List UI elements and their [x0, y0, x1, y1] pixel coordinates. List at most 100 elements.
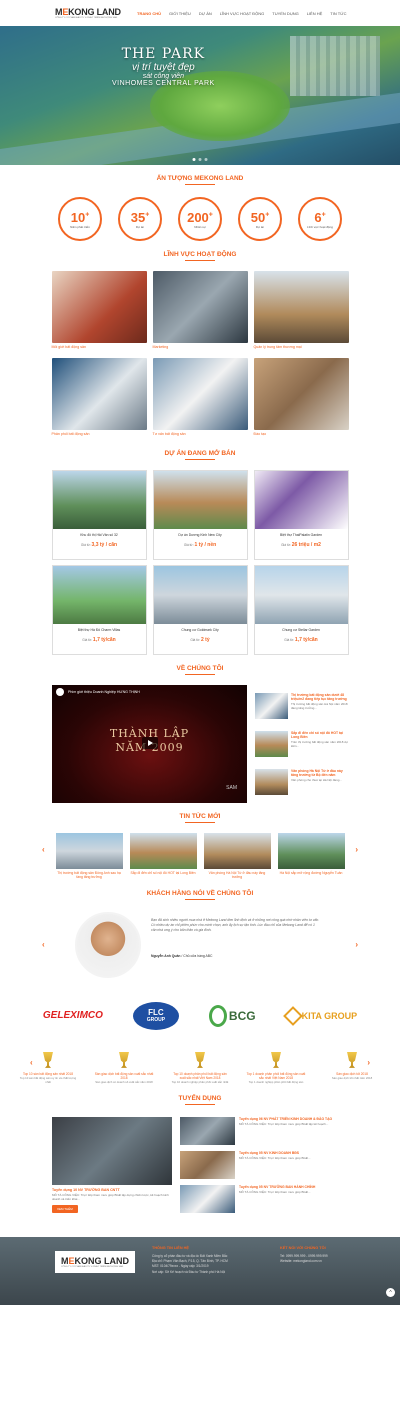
project-card[interactable]: Chung cư Goldmark City Giá từ: 2 tỷ — [152, 565, 248, 655]
project-card[interactable]: Khu đô thị Hải Vân số 32 Giá từ: 3,3 tỷ /… — [51, 470, 147, 560]
field-card[interactable]: Quản lý trung tâm thương mại — [253, 271, 349, 353]
field-caption[interactable]: Môi giới bất động sản — [52, 345, 147, 353]
side-news-item[interactable]: Văn phòng Hà Nội Từ ở đầu này tăng trưởn… — [255, 769, 350, 795]
career-image[interactable] — [52, 1116, 172, 1185]
back-to-top-button[interactable]: ^ — [386, 1288, 395, 1298]
field-caption[interactable]: Marketing — [153, 345, 248, 353]
logo[interactable]: MEKONG LAND CÔNG TY CỔ PHẦN ĐẦU TƯ & PHÁ… — [55, 7, 125, 19]
news-item[interactable]: Sắp đi đến chỉ số nội đô HOT tại Long Bi… — [129, 833, 197, 880]
side-news-thumb[interactable] — [255, 731, 288, 757]
project-name[interactable]: Chung cư Stellar Garden — [255, 628, 348, 632]
carousel-dot[interactable] — [198, 158, 202, 161]
side-news-thumb[interactable] — [255, 693, 288, 719]
field-image[interactable] — [152, 271, 248, 343]
project-name[interactable]: Biệt thự ThaiPalatin Garden — [255, 533, 348, 537]
field-card[interactable]: Tư vấn bất động sản — [152, 358, 248, 440]
field-card[interactable]: Marketing — [152, 271, 248, 353]
project-card[interactable]: Biệt thự ThaiPalatin Garden Giá từ: 26 tr… — [253, 470, 349, 560]
field-card[interactable]: Môi giới bất động sản — [51, 271, 147, 353]
career-title[interactable]: Tuyển dụng 10 NV TRƯỜNG BAN CNTT — [52, 1188, 172, 1192]
nav-item-about[interactable]: GIỚI THIỆU — [169, 11, 191, 16]
news-title: TIN TỨC MỚI — [179, 813, 221, 820]
title-divider — [185, 898, 215, 900]
chevron-right-icon[interactable]: › — [355, 940, 358, 949]
project-image[interactable] — [254, 471, 348, 529]
career-item[interactable]: Tuyển dụng 06 NV PHÁT TRIỂN KINH DOANH &… — [180, 1116, 352, 1145]
side-news-thumb[interactable] — [255, 769, 288, 795]
project-price: Giá từ: 1,7 tỷ/căn — [82, 637, 116, 643]
project-card[interactable]: Dự án Dương Kinh New City Giá từ: 1 tỷ / … — [152, 470, 248, 560]
field-caption[interactable]: Đào tạo — [254, 432, 349, 440]
footer-logo[interactable]: MEKONG LAND CÔNG TY CỔ PHẦN ĐẦU TƯ & PHÁ… — [55, 1251, 135, 1274]
project-name[interactable]: Biệt thự Hà Đô Charm Villas — [53, 628, 146, 632]
news-item[interactable]: Văn phòng Hà Nội Từ ở đầu này tăng trưởn… — [203, 833, 271, 880]
field-caption[interactable]: Quản lý trung tâm thương mại — [254, 345, 349, 353]
projects-grid: Khu đô thị Hải Vân số 32 Giá từ: 3,3 tỷ /… — [0, 470, 400, 655]
career-desc: MÔ TẢ CÔNG VIỆC: Trực tiếp tham mưu giúp… — [52, 1192, 169, 1201]
news-image[interactable] — [55, 833, 123, 869]
carousel-dots[interactable] — [192, 158, 208, 161]
career-item[interactable]: Tuyển dụng 05 NV TRƯỞNG BAN HÀNH CHÍNH MÔ… — [180, 1184, 352, 1213]
hero-banner[interactable]: THE PARK vị trí tuyệt đẹp sát công viên … — [0, 26, 400, 165]
project-name[interactable]: Dự án Dương Kinh New City — [154, 533, 247, 537]
view-more-button[interactable]: XEM THÊM — [52, 1205, 78, 1214]
career-item[interactable]: Tuyển dụng 05 NV KINH DOANH BĐS MÔ TẢ CÔN… — [180, 1150, 352, 1179]
field-card[interactable]: Đào tạo — [253, 358, 349, 440]
partner-logo-geleximco[interactable]: GELEXIMCO — [43, 1010, 103, 1021]
project-image[interactable] — [254, 566, 348, 624]
side-news-item[interactable]: Sắp đi đến chỉ số nội đô HOT tại Long Bi… — [255, 731, 350, 757]
project-name[interactable]: Chung cư Goldmark City — [154, 628, 247, 632]
title-divider — [185, 184, 215, 185]
footer-connect: KẾT NỐI VỚI CHÚNG TÔI Tel: 0999.999.999 … — [280, 1246, 328, 1264]
chevron-left-icon[interactable]: ‹ — [42, 940, 45, 949]
career-thumb[interactable] — [180, 1150, 235, 1179]
field-caption[interactable]: Phân phối bất động sản — [52, 432, 147, 440]
nav-item-home[interactable]: TRANG CHỦ — [137, 11, 161, 16]
news-item[interactable]: Thị trường bất động sản Đông Anh sau hạ … — [55, 833, 123, 880]
field-image[interactable] — [253, 271, 349, 343]
nav-item-projects[interactable]: DỰ ÁN — [199, 11, 212, 16]
field-image[interactable] — [152, 358, 248, 430]
news-image[interactable] — [203, 833, 271, 869]
footer-contact: THÔNG TIN LIÊN HỆ Công ty cổ phần đầu tư… — [152, 1246, 228, 1274]
title-divider — [185, 674, 215, 675]
news-item[interactable]: Hà Nội sắp mở rộng đường Nguyễn Tuân — [277, 833, 345, 880]
careers-section: Tuyển dụng 10 NV TRƯỜNG BAN CNTT MÔ TẢ C… — [52, 1116, 400, 1214]
field-caption[interactable]: Tư vấn bất động sản — [153, 432, 248, 440]
title-divider — [185, 459, 215, 460]
field-image[interactable] — [51, 358, 147, 430]
partner-logo-flc[interactable]: FLC GROUP — [132, 1001, 179, 1030]
project-image[interactable] — [153, 566, 247, 624]
chevron-right-icon[interactable]: › — [355, 845, 358, 854]
field-card[interactable]: Phân phối bất động sản — [51, 358, 147, 440]
field-image[interactable] — [51, 271, 147, 343]
play-icon[interactable] — [142, 737, 158, 749]
news-image[interactable] — [129, 833, 197, 869]
logo-tagline: CÔNG TY CỔ PHẦN ĐẦU TƯ & PHÁT TRIỂN BẤT … — [55, 17, 118, 19]
nav-item-careers[interactable]: TUYỂN DỤNG — [272, 11, 298, 16]
project-card[interactable]: Chung cư Stellar Garden Giá từ: 1,7 tỷ/că… — [253, 565, 349, 655]
project-image[interactable] — [52, 471, 146, 529]
project-image[interactable] — [153, 471, 247, 529]
nav-item-contact[interactable]: LIÊN HỆ — [307, 11, 323, 16]
career-thumb[interactable] — [180, 1184, 235, 1213]
project-card[interactable]: Biệt thự Hà Đô Charm Villas Giá từ: 1,7 t… — [51, 565, 147, 655]
carousel-dot[interactable] — [192, 158, 196, 161]
partner-logo-bcg[interactable]: BCG — [208, 1004, 256, 1027]
about-video[interactable]: Phim giới thiệu Doanh Nghiệp HƯNG THỊNH … — [52, 685, 247, 803]
carousel-dot[interactable] — [204, 158, 208, 161]
chevron-left-icon[interactable]: ‹ — [42, 845, 45, 854]
nav-item-fields[interactable]: LĨNH VỰC HOẠT ĐỘNG — [220, 11, 264, 16]
field-image[interactable] — [253, 358, 349, 430]
side-news-item[interactable]: Thị trường bất động sản dưới 48 triệu/m2… — [255, 693, 350, 719]
project-image[interactable] — [52, 566, 146, 624]
career-featured[interactable]: Tuyển dụng 10 NV TRƯỜNG BAN CNTT MÔ TẢ C… — [52, 1116, 172, 1214]
chevron-left-icon[interactable]: ‹ — [30, 1058, 33, 1067]
career-thumb[interactable] — [180, 1116, 235, 1145]
news-image[interactable] — [277, 833, 345, 869]
chevron-right-icon[interactable]: › — [367, 1058, 370, 1067]
partner-logo-kita[interactable]: KITA GROUP — [282, 1005, 357, 1026]
project-price: Giá từ: 1,7 tỷ/căn — [284, 637, 318, 643]
nav-item-news[interactable]: TIN TỨC — [330, 11, 346, 16]
project-name[interactable]: Khu đô thị Hải Vân số 32 — [53, 533, 146, 537]
